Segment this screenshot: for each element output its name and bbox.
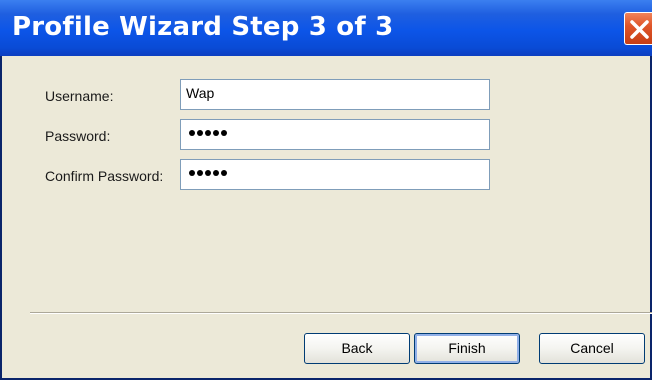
finish-button[interactable]: Finish [414, 333, 520, 364]
username-label: Username: [45, 88, 114, 104]
confirm-password-mask [189, 170, 227, 176]
password-mask [189, 130, 227, 136]
footer-divider-highlight [30, 313, 652, 314]
username-input[interactable] [180, 79, 490, 110]
window-title: Profile Wizard Step 3 of 3 [12, 12, 394, 42]
confirm-password-label: Confirm Password: [45, 168, 164, 184]
confirm-password-input[interactable] [180, 159, 490, 190]
cancel-button[interactable]: Cancel [539, 333, 645, 364]
profile-wizard-dialog: Profile Wizard Step 3 of 3 Username: Pas… [0, 0, 652, 380]
back-button[interactable]: Back [304, 333, 410, 364]
password-label: Password: [45, 128, 111, 144]
password-input[interactable] [180, 119, 490, 150]
title-bar[interactable]: Profile Wizard Step 3 of 3 [0, 0, 652, 56]
close-button[interactable] [624, 12, 652, 45]
close-icon [630, 20, 649, 39]
